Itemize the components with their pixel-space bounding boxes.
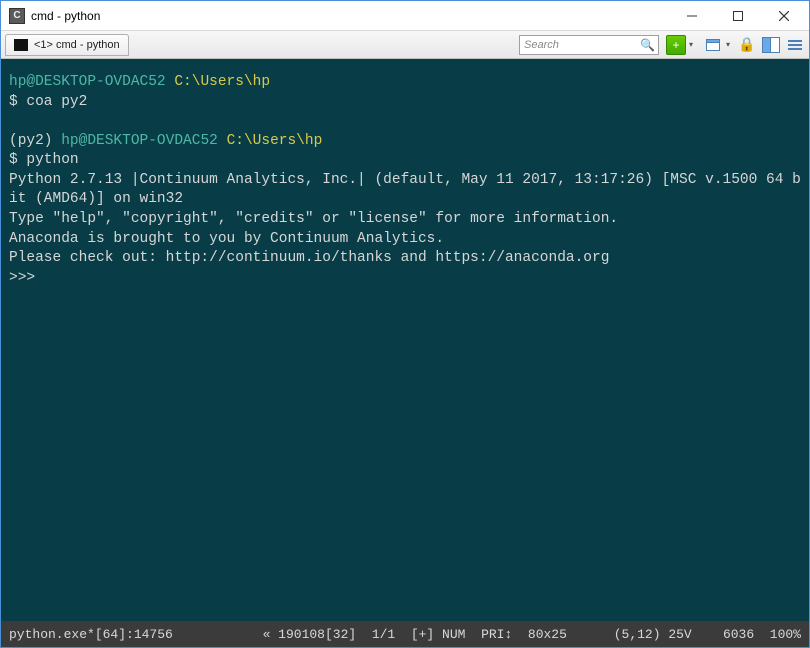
prompt-path: C:\Users\hp xyxy=(227,133,323,149)
new-console-button[interactable]: + xyxy=(666,35,686,55)
terminal-output[interactable]: hp@DESKTOP-OVDAC52 C:\Users\hp $ coa py2… xyxy=(1,59,809,621)
maximize-button[interactable] xyxy=(715,2,761,30)
tab-label: <1> cmd - python xyxy=(34,39,120,51)
titlebar: C cmd - python xyxy=(1,1,809,31)
terminal-line: Anaconda is brought to you by Continuum … xyxy=(9,231,444,247)
status-segment xyxy=(356,627,372,642)
statusbar: python.exe*[64]:14756 « 190108[32] 1/1 [… xyxy=(1,621,809,647)
toolbar: <1> cmd - python Search 🔍 + ▾ ▾ 🔒 xyxy=(1,31,809,59)
status-segment xyxy=(434,627,442,642)
lock-button[interactable]: 🔒 xyxy=(737,35,757,55)
terminal-line: $ coa py2 xyxy=(9,94,87,110)
status-pri: PRI↕ xyxy=(481,627,512,642)
minimize-button[interactable] xyxy=(669,2,715,30)
window-controls xyxy=(669,2,807,30)
console-tab[interactable]: <1> cmd - python xyxy=(5,34,129,56)
status-size: 80x25 xyxy=(528,627,567,642)
menu-button[interactable] xyxy=(785,35,805,55)
new-console-dropdown[interactable]: ▾ xyxy=(686,40,696,49)
menu-icon xyxy=(788,40,802,50)
window-title: cmd - python xyxy=(31,9,669,23)
status-cursor: (5,12) 25V xyxy=(614,627,692,642)
app-icon: C xyxy=(9,8,25,24)
status-segment: « 190108[32] xyxy=(263,627,357,642)
terminal-line: $ python xyxy=(9,152,79,168)
status-segment xyxy=(754,627,770,642)
status-zoom: 100% xyxy=(770,627,801,642)
window-dropdown-arrow[interactable]: ▾ xyxy=(723,40,733,49)
prompt-env: (py2) xyxy=(9,133,53,149)
python-prompt: >>> xyxy=(9,270,35,286)
prompt-userhost: hp@DESKTOP-OVDAC52 xyxy=(9,74,166,90)
status-segment xyxy=(692,627,723,642)
prompt-userhost: hp@DESKTOP-OVDAC52 xyxy=(61,133,218,149)
close-button[interactable] xyxy=(761,2,807,30)
search-placeholder: Search xyxy=(524,39,559,51)
status-segment xyxy=(465,627,481,642)
lock-icon: 🔒 xyxy=(738,36,755,53)
status-process: python.exe*[64]:14756 xyxy=(9,627,173,642)
status-segment xyxy=(567,627,614,642)
terminal-line: Type "help", "copyright", "credits" or "… xyxy=(9,211,618,227)
split-icon xyxy=(762,37,780,53)
status-page: 1/1 xyxy=(372,627,395,642)
split-view-button[interactable] xyxy=(761,35,781,55)
terminal-icon xyxy=(14,39,28,51)
terminal-line: Please check out: http://continuum.io/th… xyxy=(9,250,609,266)
window-dropdown-button[interactable] xyxy=(703,35,723,55)
status-mem: 6036 xyxy=(723,627,754,642)
search-input[interactable]: Search 🔍 xyxy=(519,35,659,55)
terminal-line: Python 2.7.13 |Continuum Analytics, Inc.… xyxy=(9,172,801,208)
status-plus: [+] xyxy=(411,627,434,642)
status-segment xyxy=(395,627,411,642)
prompt-path: C:\Users\hp xyxy=(174,74,270,90)
search-icon: 🔍 xyxy=(640,38,655,52)
status-segment xyxy=(512,627,528,642)
status-num: NUM xyxy=(442,627,465,642)
